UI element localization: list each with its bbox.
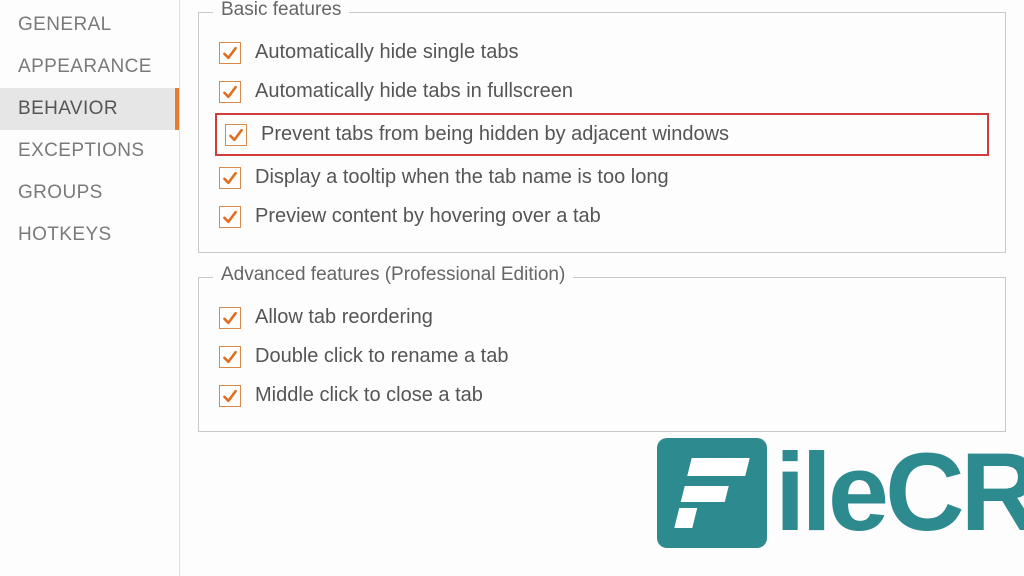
sidebar-item-exceptions[interactable]: EXCEPTIONS	[0, 130, 179, 172]
group-basic-features: Basic features Automatically hide single…	[198, 12, 1006, 253]
group-title: Basic features	[213, 0, 349, 21]
option-label: Automatically hide single tabs	[255, 41, 518, 64]
sidebar-item-groups[interactable]: GROUPS	[0, 172, 179, 214]
checkbox-icon[interactable]	[219, 42, 241, 64]
option-row[interactable]: Double click to rename a tab	[215, 339, 989, 374]
settings-content: Basic features Automatically hide single…	[180, 0, 1024, 576]
option-row[interactable]: Middle click to close a tab	[215, 378, 989, 413]
option-row[interactable]: Preview content by hovering over a tab	[215, 199, 989, 234]
sidebar-item-hotkeys[interactable]: HOTKEYS	[0, 214, 179, 256]
option-label: Middle click to close a tab	[255, 384, 483, 407]
option-row[interactable]: Display a tooltip when the tab name is t…	[215, 160, 989, 195]
option-row[interactable]: Automatically hide tabs in fullscreen	[215, 74, 989, 109]
option-label: Automatically hide tabs in fullscreen	[255, 80, 573, 103]
checkbox-icon[interactable]	[225, 124, 247, 146]
checkbox-icon[interactable]	[219, 385, 241, 407]
settings-sidebar: GENERAL APPEARANCE BEHAVIOR EXCEPTIONS G…	[0, 0, 180, 576]
checkbox-icon[interactable]	[219, 167, 241, 189]
checkbox-icon[interactable]	[219, 81, 241, 103]
option-label: Allow tab reordering	[255, 306, 433, 329]
group-advanced-features: Advanced features (Professional Edition)…	[198, 277, 1006, 432]
sidebar-item-behavior[interactable]: BEHAVIOR	[0, 88, 179, 130]
option-row[interactable]: Allow tab reordering	[215, 300, 989, 335]
checkbox-icon[interactable]	[219, 206, 241, 228]
sidebar-item-appearance[interactable]: APPEARANCE	[0, 46, 179, 88]
checkbox-icon[interactable]	[219, 346, 241, 368]
option-label: Double click to rename a tab	[255, 345, 508, 368]
option-label: Preview content by hovering over a tab	[255, 205, 601, 228]
option-row[interactable]: Automatically hide single tabs	[215, 35, 989, 70]
sidebar-item-general[interactable]: GENERAL	[0, 4, 179, 46]
option-label: Prevent tabs from being hidden by adjace…	[261, 123, 729, 146]
option-label: Display a tooltip when the tab name is t…	[255, 166, 669, 189]
checkbox-icon[interactable]	[219, 307, 241, 329]
option-row-highlighted[interactable]: Prevent tabs from being hidden by adjace…	[215, 113, 989, 156]
group-title: Advanced features (Professional Edition)	[213, 264, 573, 286]
